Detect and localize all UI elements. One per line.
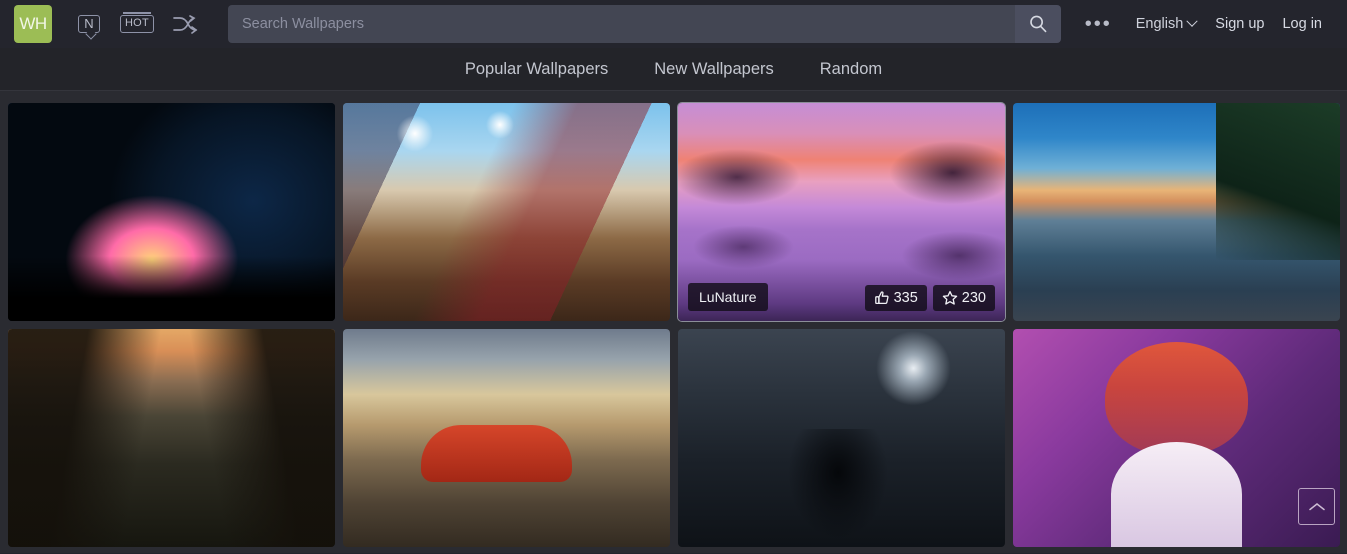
more-menu-button[interactable]: ••• xyxy=(1071,14,1126,34)
scroll-to-top-button[interactable] xyxy=(1298,488,1335,525)
search-input[interactable] xyxy=(228,5,1015,43)
wallpaper-stats: 335 230 xyxy=(864,285,995,311)
wallpaper-card[interactable] xyxy=(343,103,670,321)
wallpaper-thumbnail xyxy=(343,103,670,321)
wallpaper-thumbnail xyxy=(343,329,670,547)
favorite-count-badge[interactable]: 230 xyxy=(932,285,995,311)
new-icon-label: N xyxy=(78,14,100,34)
favorite-count: 230 xyxy=(961,290,986,306)
hot-icon[interactable]: HOT xyxy=(119,9,155,39)
language-label: English xyxy=(1135,16,1184,32)
search-button[interactable] xyxy=(1014,5,1061,43)
chevron-up-icon xyxy=(1308,502,1325,510)
like-count: 335 xyxy=(893,290,918,306)
wallpaper-thumbnail xyxy=(8,329,335,547)
header-right: ••• English Sign up Log in xyxy=(1071,14,1339,34)
wallpaper-card[interactable] xyxy=(8,103,335,321)
wallpaper-card[interactable] xyxy=(1013,329,1340,547)
shuffle-icon[interactable] xyxy=(170,9,200,39)
wallpaper-thumbnail xyxy=(678,329,1005,547)
site-header: WH N HOT ••• English Sign up Log in xyxy=(0,0,1347,48)
wallpaper-thumbnail xyxy=(1013,329,1340,547)
logo-wallhaven[interactable]: WH xyxy=(14,5,52,43)
like-count-badge[interactable]: 335 xyxy=(864,285,927,311)
nav-item-new[interactable]: New Wallpapers xyxy=(648,58,780,81)
wallpaper-thumbnail xyxy=(8,103,335,321)
grid-row xyxy=(8,329,1340,547)
thumbs-up-icon xyxy=(874,291,889,305)
wallpaper-card-hovered[interactable]: LuNature 335 230 xyxy=(677,102,1006,322)
nav-item-popular[interactable]: Popular Wallpapers xyxy=(459,58,614,81)
sign-up-link[interactable]: Sign up xyxy=(1206,16,1273,32)
star-icon xyxy=(942,290,958,305)
hot-icon-label: HOT xyxy=(119,12,155,33)
chevron-down-icon xyxy=(1186,15,1198,27)
wallpaper-card[interactable] xyxy=(343,329,670,547)
wallpaper-card[interactable] xyxy=(8,329,335,547)
wallpaper-card[interactable] xyxy=(678,329,1005,547)
grid-row: LuNature 335 230 xyxy=(8,102,1340,322)
nav-item-random[interactable]: Random xyxy=(814,58,888,81)
search-bar xyxy=(228,5,1061,43)
main-nav: Popular Wallpapers New Wallpapers Random xyxy=(0,48,1347,91)
log-in-link[interactable]: Log in xyxy=(1273,16,1331,32)
wallpaper-thumbnail xyxy=(1013,103,1340,321)
wallpaper-grid: LuNature 335 230 xyxy=(0,91,1347,553)
language-selector[interactable]: English xyxy=(1126,15,1207,32)
search-icon xyxy=(1029,15,1047,33)
wallpaper-tag[interactable]: LuNature xyxy=(688,283,768,311)
logo-text: WH xyxy=(19,14,47,33)
wallpaper-card[interactable] xyxy=(1013,103,1340,321)
new-icon[interactable]: N xyxy=(74,9,104,39)
